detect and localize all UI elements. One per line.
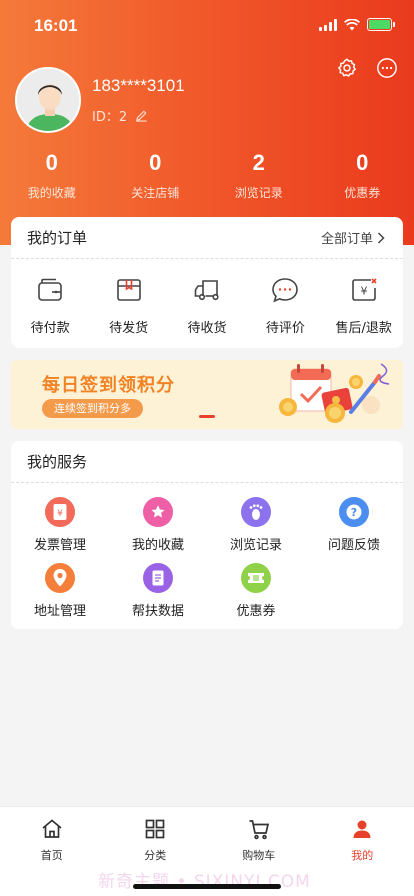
order-item-label: 待收货 [187, 321, 227, 336]
star-icon [143, 497, 173, 527]
stat-label: 浏览记录 [234, 186, 283, 200]
orders-title: 我的订单 [27, 229, 88, 247]
status-icons [319, 18, 395, 31]
service-coupons[interactable]: 优惠券 [207, 563, 305, 619]
status-bar: 16:01 [0, 0, 414, 54]
tab-home[interactable]: 首页 [0, 807, 104, 863]
truck-icon [194, 280, 219, 301]
gear-icon [338, 58, 356, 77]
service-label: 发票管理 [33, 538, 86, 553]
order-item-label: 待发货 [109, 321, 149, 336]
avatar[interactable] [15, 67, 81, 133]
ticket-icon [241, 563, 271, 593]
all-orders-label: 全部订单 [320, 232, 373, 247]
signal-icon [319, 18, 337, 31]
services-card: 我的服务 ¥ 发票管理 我的收藏 浏览记录 ? 问题反馈 地址管理 帮扶数据 优… [11, 441, 403, 629]
service-label: 我的收藏 [131, 538, 184, 553]
banner-title: 每日签到领积分 [42, 375, 175, 396]
banner-subtitle: 连续签到积分多 [42, 399, 143, 418]
order-after-sales[interactable]: ¥ 售后/退款 [325, 275, 403, 336]
more-icon [377, 58, 397, 78]
grid-icon [145, 819, 165, 839]
service-feedback[interactable]: ? 问题反馈 [305, 497, 403, 553]
chevron-right-icon [377, 231, 385, 244]
stat-value: 0 [356, 150, 369, 175]
header-actions [336, 57, 398, 79]
tab-mine[interactable]: 我的 [311, 807, 414, 863]
refund-icon: ¥ [351, 278, 377, 301]
service-label: 帮扶数据 [131, 604, 184, 619]
svg-text:¥: ¥ [360, 285, 367, 298]
order-pending-shipment[interactable]: 待发货 [90, 275, 168, 336]
status-time: 16:01 [34, 16, 78, 35]
settings-button[interactable] [336, 57, 358, 79]
stat-followed-shops[interactable]: 0 关注店铺 [104, 150, 208, 201]
battery-icon [367, 18, 395, 31]
home-icon [42, 819, 62, 838]
cart-icon [249, 820, 269, 840]
tab-cart[interactable]: 购物车 [207, 807, 311, 863]
order-pending-payment[interactable]: 待付款 [11, 275, 89, 336]
service-label: 地址管理 [33, 604, 86, 619]
order-item-label: 售后/退款 [335, 321, 392, 336]
svg-text:?: ? [351, 506, 357, 519]
service-history[interactable]: 浏览记录 [207, 497, 305, 553]
order-item-label: 待评价 [265, 321, 305, 336]
service-address[interactable]: 地址管理 [11, 563, 109, 619]
stat-value: 0 [149, 150, 162, 175]
tab-label: 分类 [144, 849, 167, 862]
invoice-icon: ¥ [45, 497, 75, 527]
service-label: 优惠券 [236, 604, 276, 619]
order-status-row: 待付款 待发货 待收货 待评价 ¥ 售后/退款 [11, 259, 403, 336]
service-favorites[interactable]: 我的收藏 [109, 497, 207, 553]
stat-label: 优惠券 [344, 186, 381, 200]
stat-value: 2 [252, 150, 265, 175]
service-label: 浏览记录 [229, 538, 282, 553]
services-header: 我的服务 [11, 441, 403, 483]
user-id-row: ID：2 [92, 106, 148, 125]
order-pending-receipt[interactable]: 待收货 [168, 275, 246, 336]
tab-label: 我的 [351, 849, 374, 862]
stat-coupons[interactable]: 0 优惠券 [311, 150, 414, 201]
footprint-icon [241, 497, 271, 527]
help-icon: ? [339, 497, 369, 527]
wallet-icon [38, 278, 62, 301]
stat-label: 关注店铺 [131, 186, 180, 200]
tab-category[interactable]: 分类 [104, 807, 208, 863]
more-button[interactable] [376, 57, 398, 79]
stat-label: 我的收藏 [27, 186, 76, 200]
stat-history[interactable]: 2 浏览记录 [207, 150, 311, 201]
notebook-icon [143, 563, 173, 593]
bottom-tab-bar: 首页 分类 购物车 我的 新奇主题 • SIXINYI.COM [0, 806, 414, 896]
services-title: 我的服务 [27, 453, 88, 471]
wifi-icon [344, 18, 360, 30]
user-icon [353, 820, 371, 838]
stats-row: 0 我的收藏 0 关注店铺 2 浏览记录 0 优惠券 [0, 150, 414, 201]
banner-indicator [199, 415, 215, 418]
all-orders-link[interactable]: 全部订单 [321, 228, 385, 247]
services-grid: ¥ 发票管理 我的收藏 浏览记录 ? 问题反馈 地址管理 帮扶数据 优惠券 [11, 483, 403, 629]
daily-checkin-banner[interactable]: 每日签到领积分 连续签到积分多 [11, 360, 403, 429]
orders-card: 我的订单 全部订单 待付款 待发货 待收货 待评价 ¥ 售后/退款 [11, 217, 403, 348]
service-label: 问题反馈 [327, 538, 380, 553]
comment-icon [272, 278, 299, 303]
package-icon [116, 279, 141, 301]
service-invoice[interactable]: ¥ 发票管理 [11, 497, 109, 553]
orders-header: 我的订单 全部订单 [11, 217, 403, 259]
stat-favorites[interactable]: 0 我的收藏 [0, 150, 104, 201]
order-item-label: 待付款 [30, 321, 70, 336]
location-icon [45, 563, 75, 593]
user-phone: 183****3101 [92, 76, 185, 95]
tab-label: 首页 [40, 849, 63, 862]
service-support-data[interactable]: 帮扶数据 [109, 563, 207, 619]
calendar-gift-illustration [279, 363, 390, 423]
edit-icon[interactable] [135, 109, 148, 122]
stat-value: 0 [45, 150, 58, 175]
order-pending-review[interactable]: 待评价 [246, 275, 324, 336]
user-id: ID：2 [92, 110, 128, 125]
svg-text:¥: ¥ [57, 509, 63, 519]
home-indicator [133, 884, 281, 889]
tab-label: 购物车 [242, 849, 276, 862]
